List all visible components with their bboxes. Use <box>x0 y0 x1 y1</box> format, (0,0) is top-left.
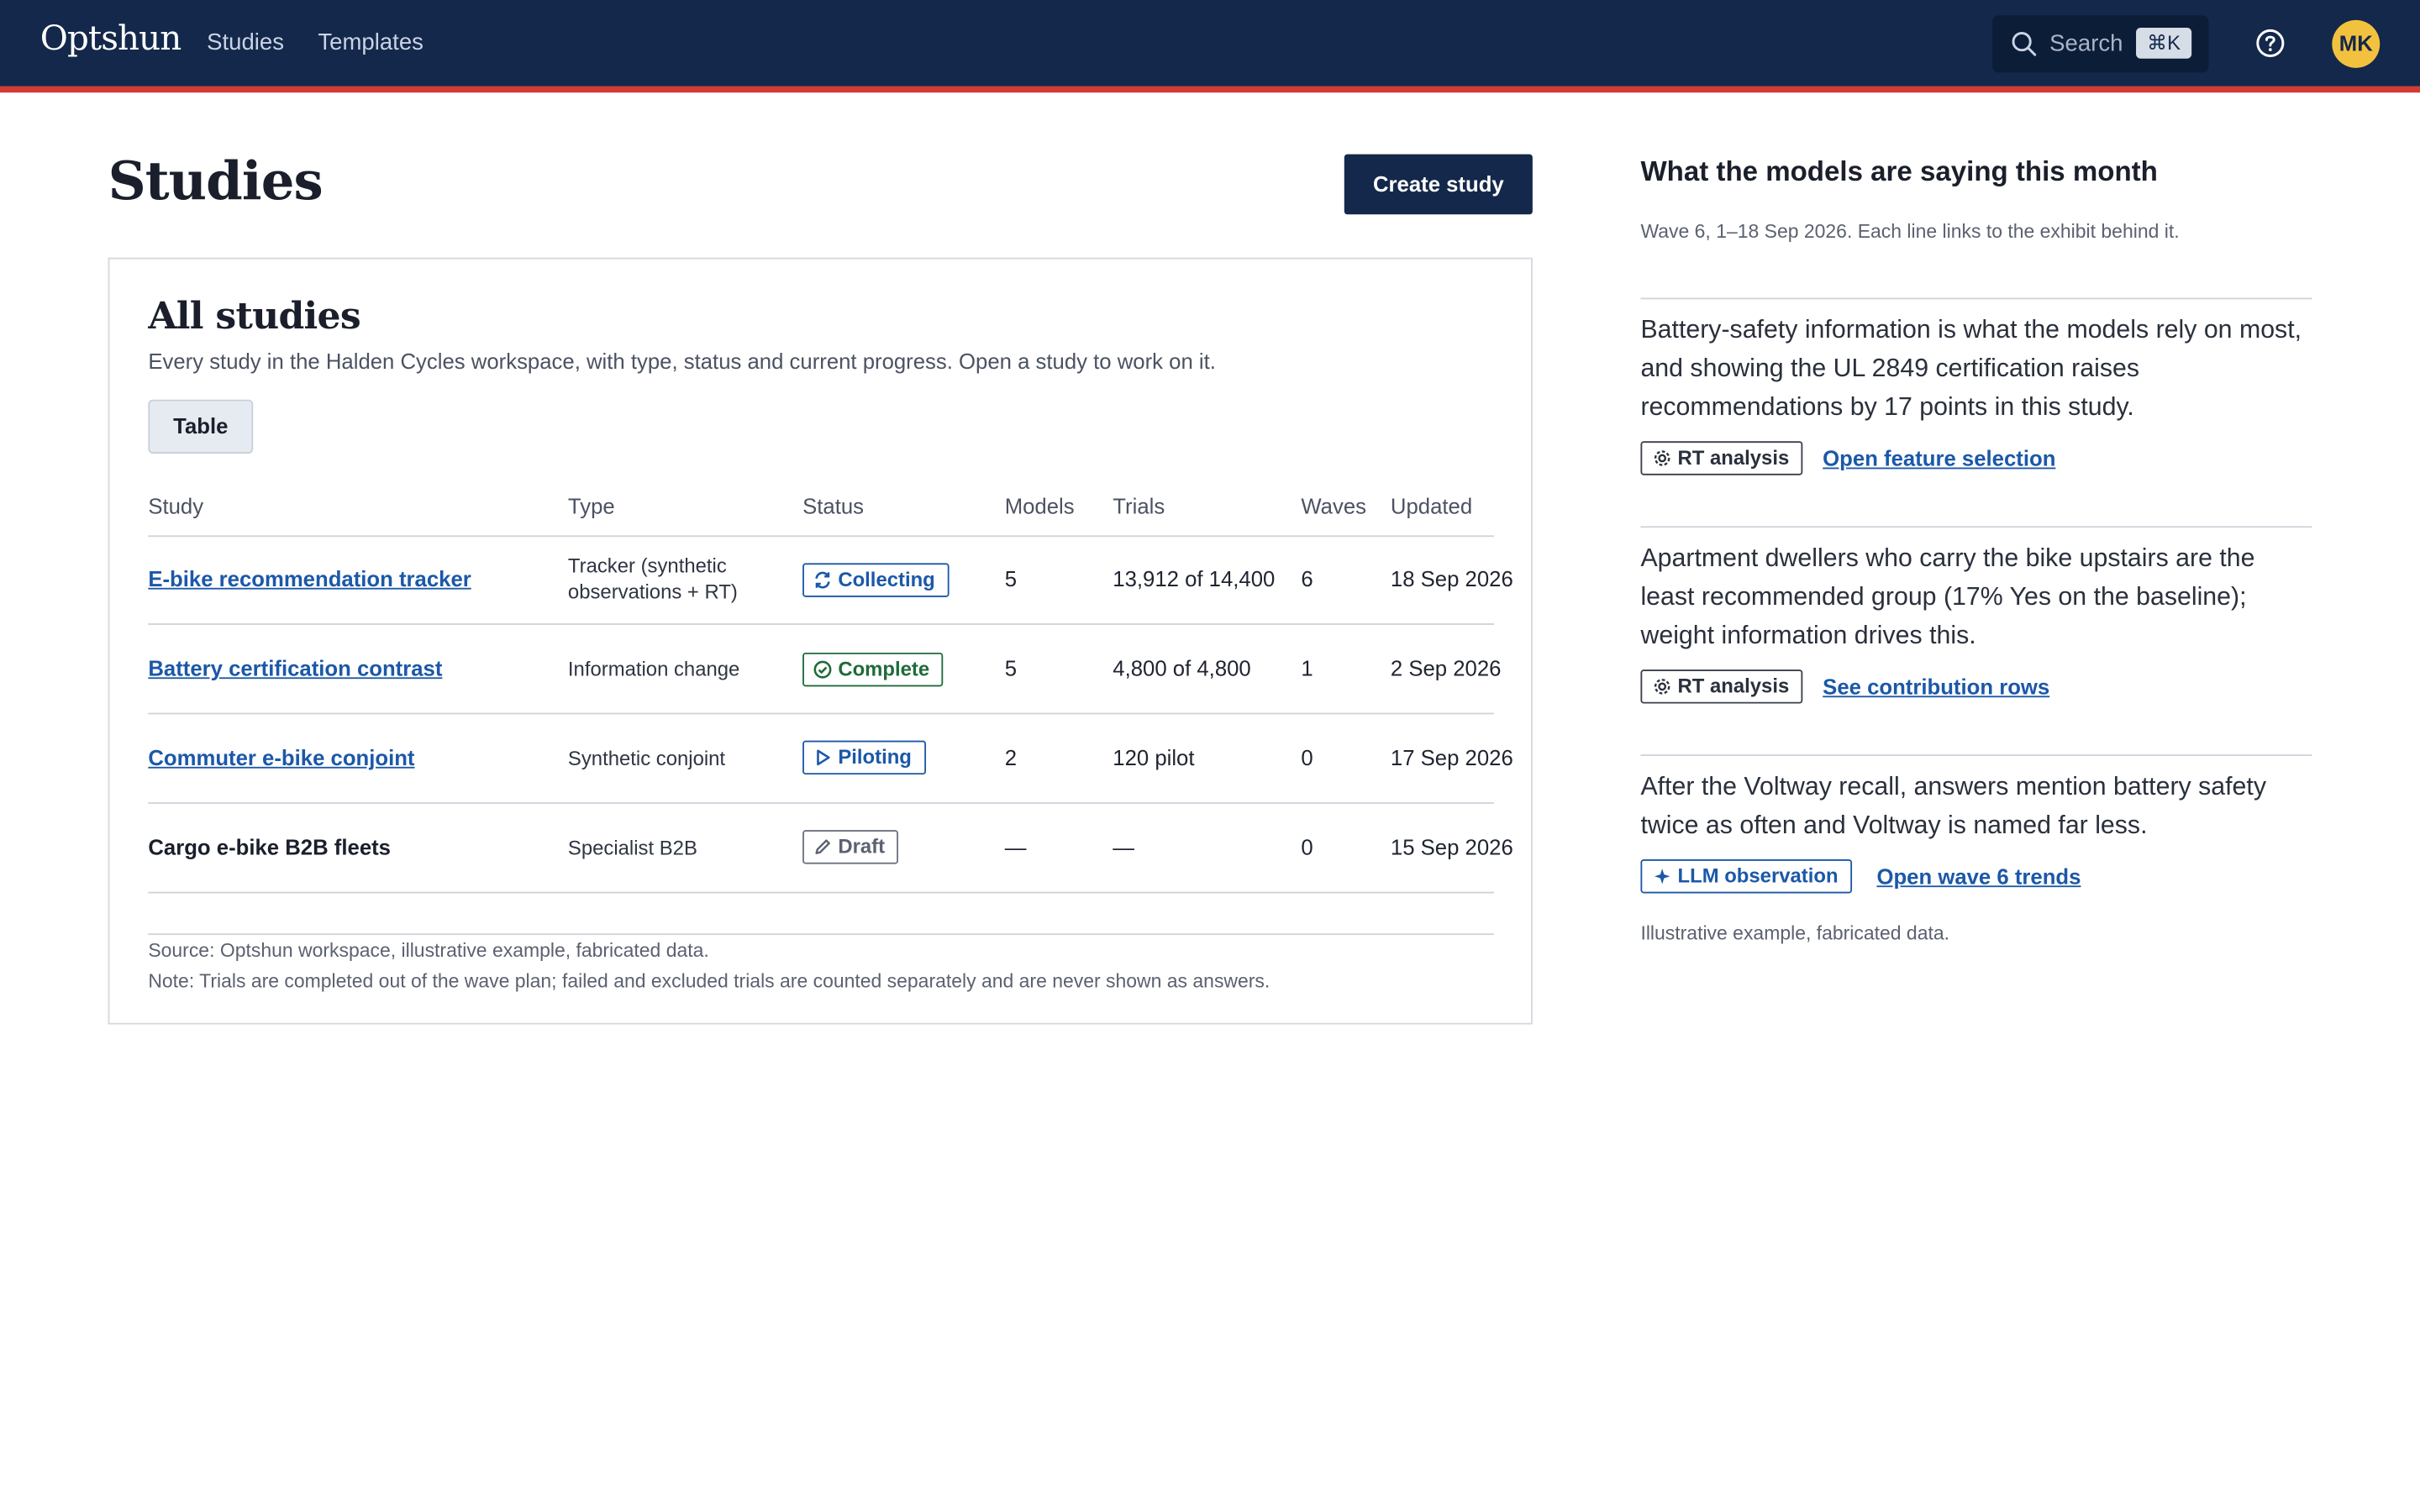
search-icon <box>2011 31 2037 65</box>
status-label: Piloting <box>838 745 912 769</box>
study-name: Commuter e-bike conjoint <box>148 745 414 769</box>
gear-icon <box>1653 675 1677 698</box>
row-divider <box>148 802 1494 804</box>
insight-source-tag: RT analysis <box>1640 669 1803 704</box>
status-label: Complete <box>838 657 930 681</box>
waves-count: 0 <box>1301 745 1313 770</box>
column-header-type: Type <box>567 493 615 519</box>
status-badge: Collecting <box>802 563 950 597</box>
study-link[interactable]: E-bike recommendation tracker <box>148 566 471 591</box>
row-divider <box>148 712 1494 715</box>
insight-divider <box>1640 754 2312 757</box>
sparkle-icon <box>1653 864 1677 888</box>
insight-divider <box>1640 526 2312 528</box>
column-header-models: Models <box>1004 493 1075 519</box>
updated-date: 17 Sep 2026 <box>1390 745 1513 770</box>
waves-count: 0 <box>1301 834 1313 860</box>
insights-footnote: Illustrative example, fabricated data. <box>1640 922 1949 945</box>
insight-text: Battery-safety information is what the m… <box>1640 316 2302 422</box>
study-link[interactable]: Battery certification contrast <box>148 656 442 680</box>
updated-date: 18 Sep 2026 <box>1390 566 1513 591</box>
nav-templates[interactable]: Templates <box>318 29 424 55</box>
column-header-waves: Waves <box>1301 493 1367 519</box>
models-count: 2 <box>1004 745 1018 770</box>
header-accent-rule <box>0 86 2420 93</box>
study-type: Synthetic conjoint <box>567 746 726 770</box>
card-title: All studies <box>148 292 360 339</box>
search-label: Search <box>2049 30 2123 57</box>
models-count: — <box>1004 834 1027 860</box>
trials-progress: 13,912 of 14,400 <box>1113 566 1276 591</box>
card-description: Every study in the Halden Cycles workspa… <box>148 349 1216 374</box>
table-view-tab[interactable]: Table <box>148 399 254 454</box>
tag-label: RT analysis <box>1677 445 1790 470</box>
insight-text: After the Voltway recall, answers mentio… <box>1640 773 2266 840</box>
study-type: Tracker (synthetic observations + RT) <box>567 554 738 604</box>
open-wave-trends-link[interactable]: Open wave 6 trends <box>1876 864 2081 889</box>
see-contribution-rows-link[interactable]: See contribution rows <box>1823 675 2049 699</box>
models-count: 5 <box>1004 566 1018 591</box>
play-icon <box>813 745 838 769</box>
study-name: Cargo e-bike B2B fleets <box>148 835 391 859</box>
trials-progress: — <box>1113 834 1135 860</box>
column-header-trials: Trials <box>1113 493 1165 519</box>
column-header-updated: Updated <box>1390 493 1473 519</box>
study-name: E-bike recommendation tracker <box>148 566 471 591</box>
tag-label: LLM observation <box>1677 864 1839 888</box>
open-feature-selection-link[interactable]: Open feature selection <box>1823 446 2055 470</box>
check-circle-icon <box>813 657 838 680</box>
waves-count: 1 <box>1301 655 1313 681</box>
column-header-status: Status <box>802 493 865 519</box>
search-shortcut: ⌘K <box>2136 28 2192 59</box>
row-divider <box>148 623 1494 625</box>
column-header-study: Study <box>148 493 204 519</box>
insight-source-tag: RT analysis <box>1640 441 1803 475</box>
insight-source-tag: LLM observation <box>1640 859 1853 894</box>
header-divider <box>148 535 1494 538</box>
search-button[interactable]: Search ⌘K <box>1992 15 2209 73</box>
status-label: Draft <box>838 834 886 858</box>
models-count: 5 <box>1004 655 1018 681</box>
refresh-icon <box>813 568 838 591</box>
insight-text: Apartment dwellers who carry the bike up… <box>1640 544 2255 650</box>
source-note: Source: Optshun workspace, illustrative … <box>148 939 709 962</box>
study-name: Battery certification contrast <box>148 656 442 680</box>
gear-icon <box>1653 446 1677 470</box>
trials-progress: 4,800 of 4,800 <box>1113 655 1251 681</box>
insight-divider <box>1640 297 2312 300</box>
footer-divider <box>148 933 1494 936</box>
trials-note: Note: Trials are completed out of the wa… <box>148 970 1270 993</box>
page-title: Studies <box>108 151 324 213</box>
status-label: Collecting <box>838 567 935 591</box>
brand-logo[interactable]: Optshun <box>40 20 182 59</box>
tag-label: RT analysis <box>1677 674 1790 698</box>
top-bar: Optshun Studies Templates Search ⌘K MK <box>0 0 2420 87</box>
waves-count: 6 <box>1301 566 1313 591</box>
nav-studies[interactable]: Studies <box>207 29 284 55</box>
insights-title: What the models are saying this month <box>1640 155 2158 187</box>
updated-date: 2 Sep 2026 <box>1390 655 1502 681</box>
all-studies-card: All studies Every study in the Halden Cy… <box>108 257 1533 1025</box>
create-study-button[interactable]: Create study <box>1344 154 1533 215</box>
study-title: Cargo e-bike B2B fleets <box>148 834 392 860</box>
insights-subtitle: Wave 6, 1–18 Sep 2026. Each line links t… <box>1640 220 2180 243</box>
row-divider <box>148 891 1494 894</box>
pencil-icon <box>813 835 838 858</box>
updated-date: 15 Sep 2026 <box>1390 834 1513 860</box>
study-type: Information change <box>567 657 740 681</box>
help-icon[interactable] <box>2254 28 2286 59</box>
status-badge: Draft <box>802 830 899 864</box>
study-type: Specialist B2B <box>567 836 697 860</box>
trials-progress: 120 pilot <box>1113 745 1195 770</box>
status-badge: Piloting <box>802 740 926 775</box>
user-avatar[interactable]: MK <box>2332 19 2381 68</box>
study-link[interactable]: Commuter e-bike conjoint <box>148 745 414 769</box>
status-badge: Complete <box>802 652 944 687</box>
